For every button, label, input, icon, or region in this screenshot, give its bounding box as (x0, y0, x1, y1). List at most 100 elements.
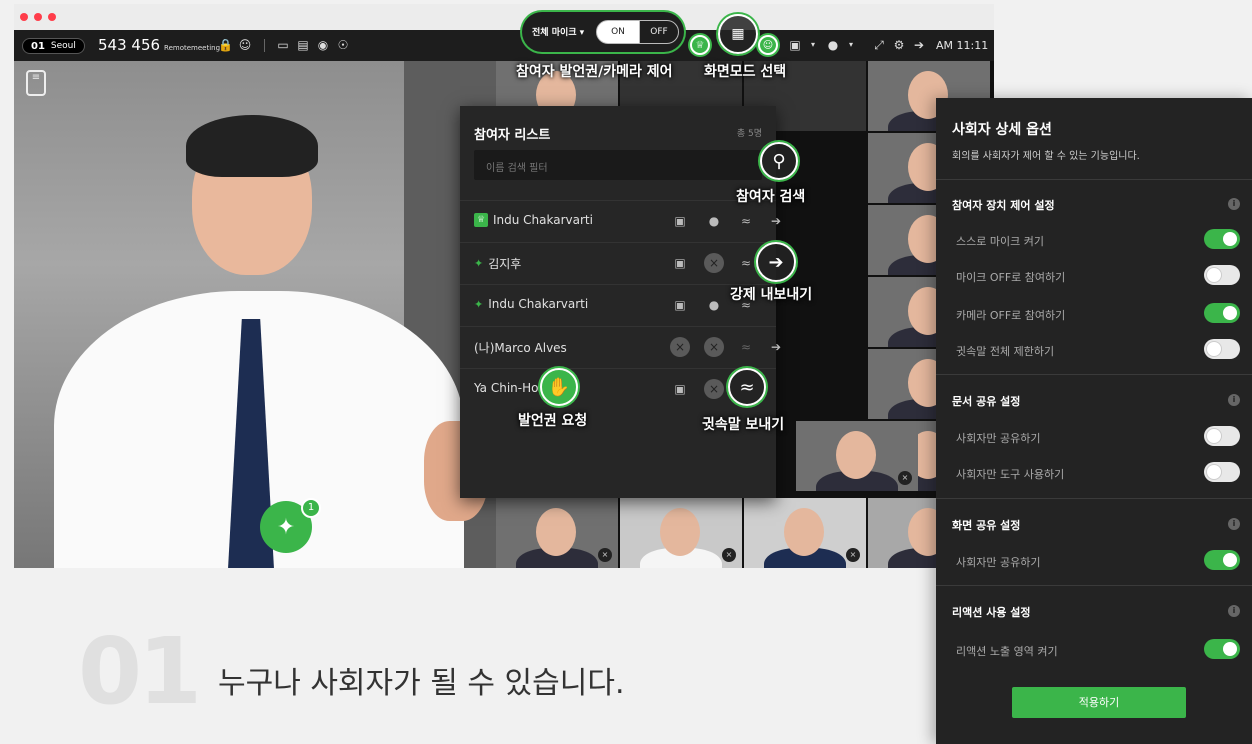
whisper-button[interactable]: ≈ (728, 368, 766, 406)
camera-icon[interactable]: ▣ (670, 379, 690, 399)
exit-icon[interactable]: ➔ (912, 38, 926, 52)
room-id: 543 456 (98, 36, 161, 54)
host-crown-button[interactable]: ♕ (690, 35, 710, 55)
people-icon: ☺ (762, 39, 774, 51)
all-mic-off-button[interactable]: OFF (639, 20, 679, 44)
video-tile[interactable]: × (796, 421, 918, 491)
apply-button[interactable]: 적용하기 (1012, 687, 1186, 718)
toggle-screen-host-only-share[interactable] (1204, 550, 1240, 570)
info-icon[interactable]: i (1228, 198, 1240, 210)
fullscreen-icon[interactable]: ⤢ (872, 38, 886, 52)
option-label: 사회자만 공유하기 (956, 556, 1041, 569)
option-label: 마이크 OFF로 참여하기 (956, 271, 1066, 284)
notes-icon[interactable]: ≡ (26, 70, 46, 96)
meeting-toolbar: 01 Seoul 543 456 Remotemeeting 🔒 ☺ ▭ ▤ ◉ … (14, 30, 994, 61)
info-icon[interactable]: i (1228, 394, 1240, 406)
kick-icon[interactable]: ➔ (766, 211, 786, 231)
video-tile[interactable]: × (496, 498, 618, 568)
toolbar-divider (264, 39, 265, 52)
info-icon[interactable]: i (1228, 518, 1240, 530)
participant-row[interactable]: ♕ Indu Chakarvarti ▣ ● ≈ ➔ (460, 200, 781, 240)
participant-name-text: Indu Chakarvarti (488, 297, 589, 311)
speaker-hair (186, 115, 318, 177)
toggle-restrict-whisper[interactable] (1204, 339, 1240, 359)
location-name: Seoul (50, 41, 76, 51)
all-mic-control: 전체 마이크 ▾ ON OFF (522, 12, 684, 52)
mic-icon[interactable]: ● (704, 211, 724, 231)
minimize-window-button[interactable] (34, 13, 42, 21)
participant-row[interactable]: ✦ 김지후 ▣ × ≈ (460, 242, 776, 282)
room-name: Remotemeeting (164, 44, 221, 52)
all-mic-dropdown[interactable]: 전체 마이크 ▾ (532, 25, 584, 38)
section-title: 화면 공유 설정 (952, 519, 1021, 532)
toggle-join-camera-off[interactable] (1204, 303, 1240, 323)
mic-off-icon[interactable]: × (704, 337, 724, 357)
camera-icon[interactable]: ▣ (670, 211, 690, 231)
location-number: 01 (31, 40, 45, 52)
kick-button[interactable]: ➔ (756, 242, 796, 282)
participant-name: (나)Marco Alves (474, 339, 567, 356)
screen-mode-button[interactable]: ▦ (718, 14, 758, 54)
mic-icon[interactable]: ● (826, 38, 840, 52)
participant-row[interactable]: ✦ Indu Chakarvarti ▣ ● ≈ (460, 284, 776, 324)
raise-hand-button[interactable]: ✋ (540, 368, 578, 406)
toggle-doc-host-only-share[interactable] (1204, 426, 1240, 446)
camera-capture-icon[interactable]: ◉ (316, 38, 330, 52)
host-options-title: 사회자 상세 옵션 (952, 122, 1052, 138)
close-window-button[interactable] (20, 13, 28, 21)
kick-icon[interactable]: ➔ (766, 337, 786, 357)
participant-list-title: 참여자 리스트 (474, 128, 551, 143)
participants-button[interactable]: ☺ (758, 35, 778, 55)
participant-name-text: 김지후 (488, 257, 522, 271)
camera-icon[interactable]: ▣ (670, 295, 690, 315)
camera-off-icon[interactable]: × (670, 337, 690, 357)
callout-whisper: 귓속말 보내기 (702, 417, 785, 433)
toggle-self-mic-on[interactable] (1204, 229, 1240, 249)
pin-icon: ✦ (276, 514, 296, 540)
divider (936, 585, 1252, 586)
crown-icon: ♕ (474, 213, 488, 227)
camera-menu-icon[interactable]: ▾ (806, 38, 820, 52)
zoom-window-button[interactable] (48, 13, 56, 21)
users-icon[interactable]: ☺ (238, 38, 252, 52)
toggle-join-mic-off[interactable] (1204, 265, 1240, 285)
all-mic-on-button[interactable]: ON (596, 20, 640, 44)
camera-icon[interactable]: ▣ (670, 253, 690, 273)
section-title: 참여자 장치 제어 설정 (952, 199, 1055, 212)
toggle-doc-host-only-tools[interactable] (1204, 462, 1240, 482)
participant-name: ♕ Indu Chakarvarti (474, 213, 593, 227)
ear-icon[interactable]: ≈ (736, 253, 756, 273)
mic-off-icon[interactable]: × (704, 253, 724, 273)
camera-icon[interactable]: ▣ (788, 38, 802, 52)
mic-icon[interactable]: ● (704, 295, 724, 315)
participant-search-input[interactable]: 이름 검색 필터 (474, 150, 762, 180)
ear-icon: ≈ (740, 340, 752, 354)
participant-name: ✦ Indu Chakarvarti (474, 297, 588, 311)
toggle-reaction-area[interactable] (1204, 639, 1240, 659)
record-icon[interactable]: ☉ (336, 38, 350, 52)
option-label: 스스로 마이크 켜기 (956, 235, 1044, 248)
mic-off-icon[interactable]: × (704, 379, 724, 399)
option-label: 사회자만 도구 사용하기 (956, 468, 1065, 481)
mic-off-icon: × (846, 548, 860, 562)
mic-menu-icon[interactable]: ▾ (844, 38, 858, 52)
gear-icon[interactable]: ⚙ (892, 38, 906, 52)
info-icon[interactable]: i (1228, 605, 1240, 617)
divider (936, 179, 1252, 180)
screen-share-icon[interactable]: ▭ (276, 38, 290, 52)
option-label: 귓속말 전체 제한하기 (956, 345, 1055, 358)
document-icon[interactable]: ▤ (296, 38, 310, 52)
mic-off-icon: × (722, 548, 736, 562)
crown-icon: ♕ (695, 39, 705, 51)
pin-icon: ✦ (474, 297, 484, 311)
video-tile[interactable]: × (744, 498, 866, 568)
exit-icon: ➔ (768, 251, 784, 273)
video-tile[interactable]: × (620, 498, 742, 568)
participant-row[interactable]: (나)Marco Alves × × ≈ ➔ (460, 326, 781, 366)
ear-icon[interactable]: ≈ (736, 211, 756, 231)
callout-speak-request: 발언권 요청 (518, 413, 588, 429)
search-button[interactable]: ⚲ (760, 142, 798, 180)
participant-name-text: Indu Chakarvarti (493, 213, 593, 227)
lock-icon[interactable]: 🔒 (218, 38, 233, 52)
speaker-video[interactable]: ≡ ✦ 1 (14, 61, 496, 568)
